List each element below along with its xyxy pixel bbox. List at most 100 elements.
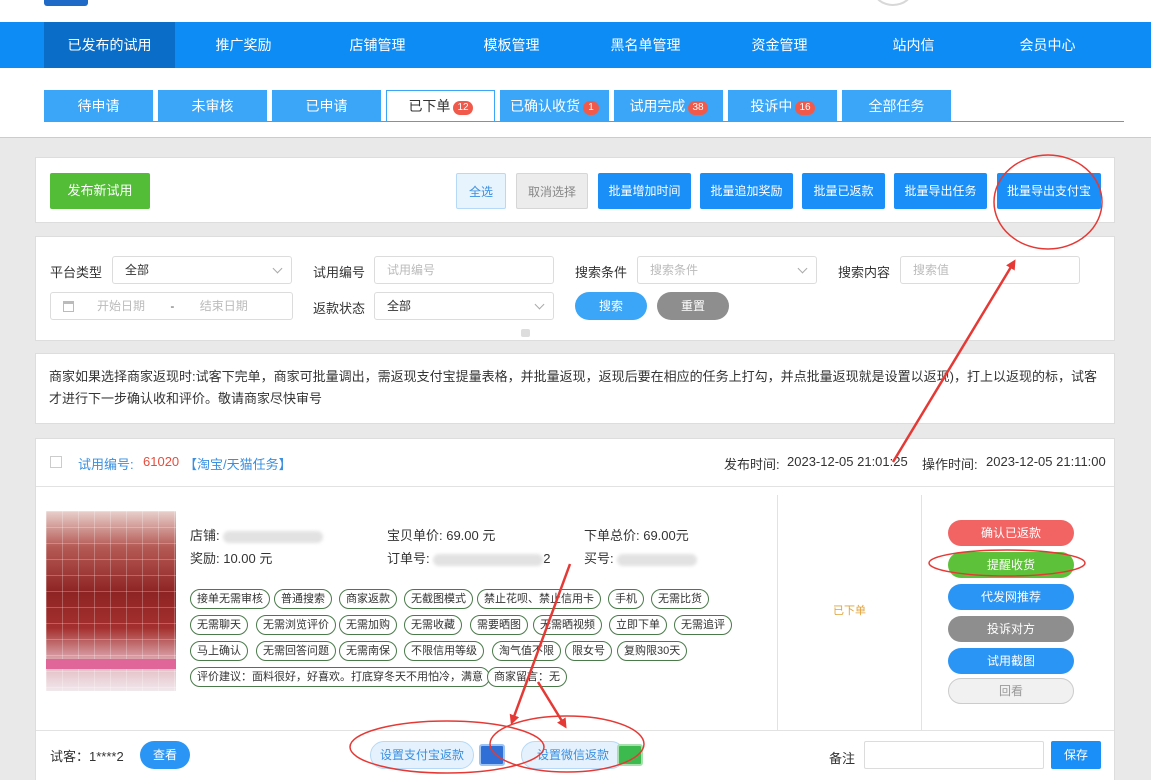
buyer-account-redacted xyxy=(617,553,698,566)
tab-label: 投诉中 xyxy=(750,98,793,114)
chevron-down-icon xyxy=(797,263,808,274)
nav-promo-rewards[interactable]: 推广奖励 xyxy=(178,22,309,68)
task-tag: 禁止花呗、禁止信用卡 xyxy=(477,589,601,609)
publish-trial-button[interactable]: 发布新试用 xyxy=(50,173,150,209)
review-back-button[interactable]: 回看 xyxy=(948,678,1074,704)
buyer-account-label: 买号: xyxy=(584,551,614,566)
task-tag: 无需追评 xyxy=(674,615,732,635)
task-status: 已下单 xyxy=(833,605,866,617)
remind-receipt-button[interactable]: 提醒收货 xyxy=(948,552,1074,578)
view-tester-button[interactable]: 查看 xyxy=(140,741,190,769)
task-header: 试用编号: 61020 【淘宝/天猫任务】 发布时间: 2023-12-05 2… xyxy=(36,439,1114,487)
task-tag: 无需南保 xyxy=(339,641,397,661)
batch-refunded-button[interactable]: 批量已返款 xyxy=(802,173,885,209)
nav-published-trials[interactable]: 已发布的试用 xyxy=(44,22,175,68)
set-alipay-refund-button[interactable]: 设置支付宝返款 xyxy=(370,741,474,769)
thumbnail-stripe xyxy=(46,659,176,669)
task-tag: 评价建议：面料很好，好喜欢。打底穿冬天不用怕冷，满意 xyxy=(190,667,490,687)
column-divider xyxy=(921,495,922,731)
task-tag: 复购限30天 xyxy=(617,641,688,661)
tab-count-badge: 16 xyxy=(795,101,815,115)
trial-no-label: 试用编号 xyxy=(313,265,366,280)
order-no-info: 订单号: 2 xyxy=(387,548,550,567)
task-tag: 无需加购 xyxy=(339,615,397,635)
task-checkbox[interactable] xyxy=(50,456,62,468)
reward-amount: 奖励: 10.00 元 xyxy=(190,551,273,566)
publish-time-label: 发布时间: xyxy=(724,457,780,472)
refund-status-select[interactable]: 全部 xyxy=(374,292,554,320)
task-tag: 普通搜索 xyxy=(274,589,332,609)
product-thumbnail[interactable] xyxy=(46,511,176,691)
nav-blacklist-management[interactable]: 黑名单管理 xyxy=(580,22,711,68)
trial-screenshot-button[interactable]: 试用截图 xyxy=(948,648,1074,674)
task-tag: 接单无需审核 xyxy=(190,589,270,609)
top-header xyxy=(0,0,1151,22)
search-content-label: 搜索内容 xyxy=(838,265,891,280)
nav-template-management[interactable]: 模板管理 xyxy=(446,22,577,68)
tab-not-reviewed[interactable]: 未审核 xyxy=(158,90,267,122)
tab-count-badge: 1 xyxy=(583,101,599,115)
search-condition-label: 搜索条件 xyxy=(575,265,628,280)
task-tag: 无需浏览评价 xyxy=(256,615,336,635)
platform-type-value: 全部 xyxy=(125,263,150,277)
complain-button[interactable]: 投诉对方 xyxy=(948,616,1074,642)
task-tag: 不限信用等级 xyxy=(404,641,484,661)
chevron-down-icon xyxy=(272,263,283,274)
task-footer-divider xyxy=(36,730,1114,731)
tab-trial-complete[interactable]: 试用完成 38 xyxy=(614,90,723,122)
nav-fund-management[interactable]: 资金管理 xyxy=(714,22,845,68)
set-wechat-refund-button[interactable]: 设置微信返款 xyxy=(521,741,625,769)
task-tag: 立即下单 xyxy=(609,615,667,635)
tab-receipt-confirmed[interactable]: 已确认收货 1 xyxy=(500,90,609,122)
alipay-qr-icon[interactable] xyxy=(479,744,505,766)
tab-label: 未审核 xyxy=(191,98,234,114)
nav-site-messages[interactable]: 站内信 xyxy=(848,22,979,68)
tab-ordered[interactable]: 已下单 12 xyxy=(386,90,495,122)
save-note-button[interactable]: 保存 xyxy=(1051,741,1101,769)
select-all-button[interactable]: 全选 xyxy=(456,173,506,209)
cancel-selection-button[interactable]: 取消选择 xyxy=(516,173,588,209)
order-total: 下单总价: 69.00元 xyxy=(584,528,689,543)
task-tag: 无需收藏 xyxy=(404,615,462,635)
refund-status-value: 全部 xyxy=(387,299,412,313)
search-button[interactable]: 搜索 xyxy=(575,292,647,320)
date-separator: - xyxy=(170,299,175,313)
avatar[interactable] xyxy=(873,0,913,6)
batch-add-reward-button[interactable]: 批量追加奖励 xyxy=(700,173,793,209)
wechat-qr-icon[interactable] xyxy=(617,744,643,766)
trial-no-label: 试用编号: xyxy=(78,457,134,472)
refund-status-label: 返款状态 xyxy=(313,301,366,316)
publish-time-value: 2023-12-05 21:01:25 xyxy=(787,454,908,469)
notice-panel: 商家如果选择商家返现时:试客下完单，商家可批量调出，需返现支付宝提量表格，并批量… xyxy=(35,353,1115,424)
task-tag: 商家返款 xyxy=(339,589,397,609)
tab-applied[interactable]: 已申请 xyxy=(272,90,381,122)
batch-export-tasks-button[interactable]: 批量导出任务 xyxy=(894,173,987,209)
task-platform: 【淘宝/天猫任务】 xyxy=(184,457,292,472)
buyer-account-info: 买号: xyxy=(584,548,698,567)
order-no-tail: 2 xyxy=(543,551,551,566)
unit-price: 宝贝单价: 69.00 元 xyxy=(387,528,496,543)
search-condition-select[interactable]: 搜索条件 xyxy=(637,256,817,284)
date-range-picker[interactable]: 开始日期 - 结束日期 xyxy=(50,292,293,320)
confirm-refunded-button[interactable]: 确认已返款 xyxy=(948,520,1074,546)
batch-export-alipay-button[interactable]: 批量导出支付宝 xyxy=(997,173,1101,209)
nav-shop-management[interactable]: 店铺管理 xyxy=(312,22,443,68)
scroll-handle[interactable] xyxy=(521,329,530,337)
platform-type-select[interactable]: 全部 xyxy=(112,256,292,284)
trial-no-input[interactable]: 试用编号 xyxy=(374,256,554,284)
tab-in-complaint[interactable]: 投诉中 16 xyxy=(728,90,837,122)
task-tag: 无需回答问题 xyxy=(256,641,336,661)
notice-text: 商家如果选择商家返现时:试客下完单，商家可批量调出，需返现支付宝提量表格，并批量… xyxy=(49,369,1097,406)
tab-pending-apply[interactable]: 待申请 xyxy=(44,90,153,122)
search-content-input[interactable]: 搜索值 xyxy=(900,256,1080,284)
dropship-recommend-button[interactable]: 代发网推荐 xyxy=(948,584,1074,610)
tab-label: 试用完成 xyxy=(629,98,686,114)
note-input[interactable] xyxy=(864,741,1044,769)
operation-time-label: 操作时间: xyxy=(922,457,978,472)
nav-member-center[interactable]: 会员中心 xyxy=(982,22,1113,68)
main-nav: 已发布的试用 推广奖励 店铺管理 模板管理 黑名单管理 资金管理 站内信 会员中… xyxy=(0,22,1151,68)
reset-button[interactable]: 重置 xyxy=(657,292,729,320)
batch-add-time-button[interactable]: 批量增加时间 xyxy=(598,173,691,209)
tab-all-tasks[interactable]: 全部任务 xyxy=(842,90,951,122)
shop-info: 店铺: xyxy=(190,525,324,544)
